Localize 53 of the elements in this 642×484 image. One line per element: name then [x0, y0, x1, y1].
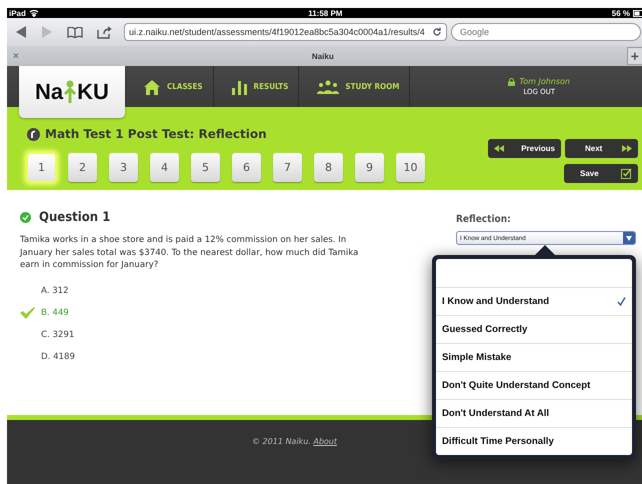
question-number-button[interactable]: 10 [396, 153, 425, 182]
reload-icon [432, 27, 442, 37]
bar-chart-icon [232, 78, 248, 94]
question-text: Tamika works in a shoe store and is paid a 12% commission on her sales. In January her sales total was $3740. To the nearest dollar, how much did Tamika earn in commission for January? [20, 234, 360, 272]
question-number-button[interactable]: 8 [314, 153, 343, 182]
next-button[interactable]: Next [565, 139, 638, 158]
question-number-button[interactable]: 1 [27, 153, 56, 182]
back-icon[interactable] [15, 26, 27, 38]
test-title: Math Test 1 Post Test: Reflection [45, 127, 267, 141]
checkbox-icon [621, 168, 632, 179]
question-number-button[interactable]: 4 [150, 153, 179, 182]
clock: 11:58 PM [308, 8, 342, 18]
question-number-button[interactable]: 9 [355, 153, 384, 182]
option-item[interactable]: Simple Mistake [436, 344, 632, 372]
share-icon[interactable] [97, 26, 112, 38]
answer-choice: B. 449 [41, 308, 69, 318]
reflection-label: Reflection: [456, 214, 512, 225]
wifi-icon [28, 9, 39, 17]
copyright-text: © 2011 Naiku. About [252, 437, 337, 448]
save-button[interactable]: Save [564, 164, 638, 183]
rewind-icon [494, 145, 504, 152]
lock-icon [508, 78, 516, 86]
person-icon [63, 80, 78, 104]
address-field[interactable]: ui.z.naiku.net/student/assessments/4f19012ea8bc5a304c0004a1/results/4 [124, 23, 447, 41]
fast-forward-icon [622, 145, 632, 152]
user-name: Tom Johnson [519, 77, 570, 86]
question-number-button[interactable]: 5 [191, 153, 220, 182]
question-title: Question 1 [39, 210, 110, 225]
option-item[interactable]: Difficult Time Personally [436, 428, 632, 455]
search-field[interactable]: Google [451, 23, 641, 41]
option-item[interactable]: Don't Understand At All [436, 400, 632, 428]
question-number-button[interactable]: 2 [68, 153, 97, 182]
reflection-icon [27, 128, 40, 140]
previous-button[interactable]: Previous [488, 139, 561, 158]
logo[interactable]: Na KU [19, 66, 125, 118]
answer-choice: D. 4189 [41, 352, 75, 362]
about-link[interactable]: About [313, 437, 337, 446]
dropdown-arrow-icon [626, 236, 632, 240]
new-tab-button[interactable]: + [626, 47, 642, 65]
option-item[interactable]: Guessed Correctly [436, 316, 632, 344]
tab-title[interactable]: Naiku [312, 52, 334, 60]
option-item[interactable]: I Know and Understand [436, 288, 632, 316]
question-number-button[interactable]: 6 [232, 153, 261, 182]
answer-choice: C. 3291 [41, 330, 74, 340]
question-number-button[interactable]: 7 [273, 153, 302, 182]
device-name: iPad [9, 8, 26, 18]
book-icon[interactable] [67, 26, 83, 38]
question-number-button[interactable]: 3 [109, 153, 138, 182]
house-icon [143, 78, 161, 94]
answer-choice: A. 312 [41, 286, 69, 296]
people-icon [317, 80, 340, 94]
battery-percent: 56 % [612, 8, 630, 18]
option-item[interactable]: Don't Quite Understand Concept [436, 372, 632, 400]
